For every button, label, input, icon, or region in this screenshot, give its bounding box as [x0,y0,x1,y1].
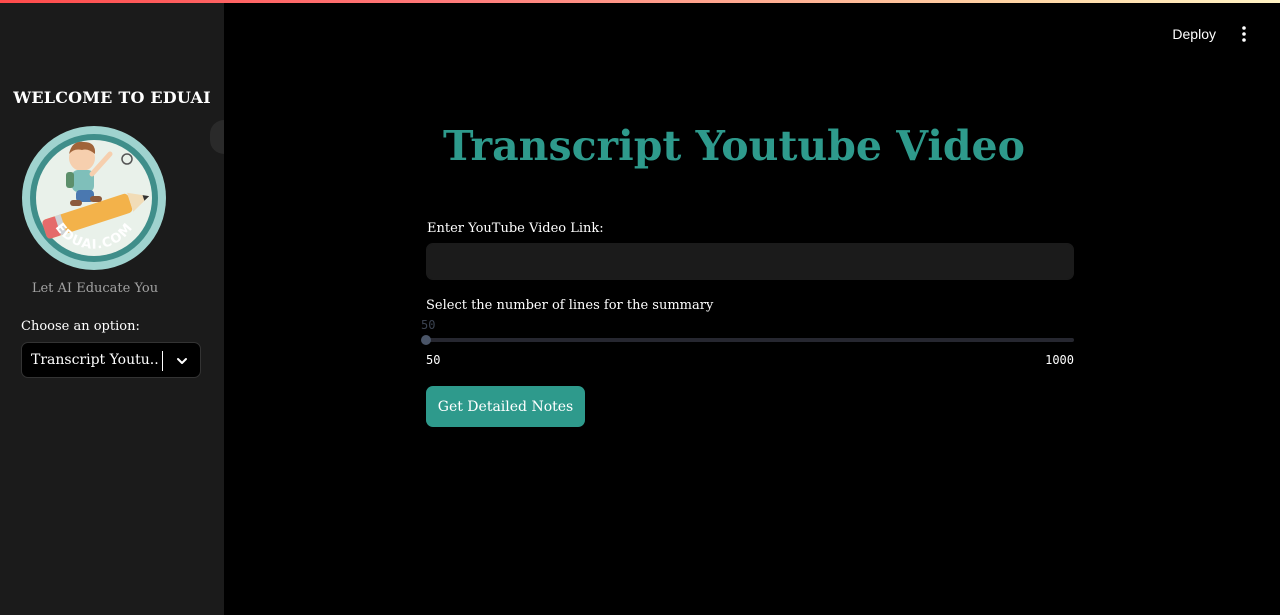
summary-lines-slider-thumb[interactable] [421,335,431,345]
eduai-logo: EDUAI.COM [22,126,166,270]
slider-max-label: 1000 [1045,353,1074,367]
sidebar-tagline: Let AI Educate You [31,281,159,296]
summary-lines-label: Select the number of lines for the summa… [426,298,714,313]
video-link-label: Enter YouTube Video Link: [427,221,604,236]
sidebar-title: WELCOME TO EDUAI [13,88,211,107]
summary-lines-slider-track[interactable] [426,338,1074,342]
slider-min-label: 50 [426,353,441,367]
deploy-button[interactable]: Deploy [1172,26,1216,42]
select-divider [162,351,163,371]
video-link-input[interactable] [426,243,1074,280]
kebab-menu-icon[interactable] [1236,24,1252,44]
top-decoration-stripe [0,0,1280,3]
slider-current-value: 50 [421,318,436,332]
chevron-down-icon[interactable] [174,353,190,369]
sidebar: WELCOME TO EDUAI EDUAI.COM Let AI Educat… [0,0,224,615]
page-title: Transcript Youtube Video [442,122,1025,170]
option-select-value: Transcript Youtu... [31,352,159,368]
option-select[interactable]: Transcript Youtu... [21,342,201,378]
option-select-label: Choose an option: [21,319,140,334]
main-content: Deploy Transcript Youtube Video Enter Yo… [224,0,1280,615]
get-detailed-notes-button[interactable]: Get Detailed Notes [426,386,585,427]
